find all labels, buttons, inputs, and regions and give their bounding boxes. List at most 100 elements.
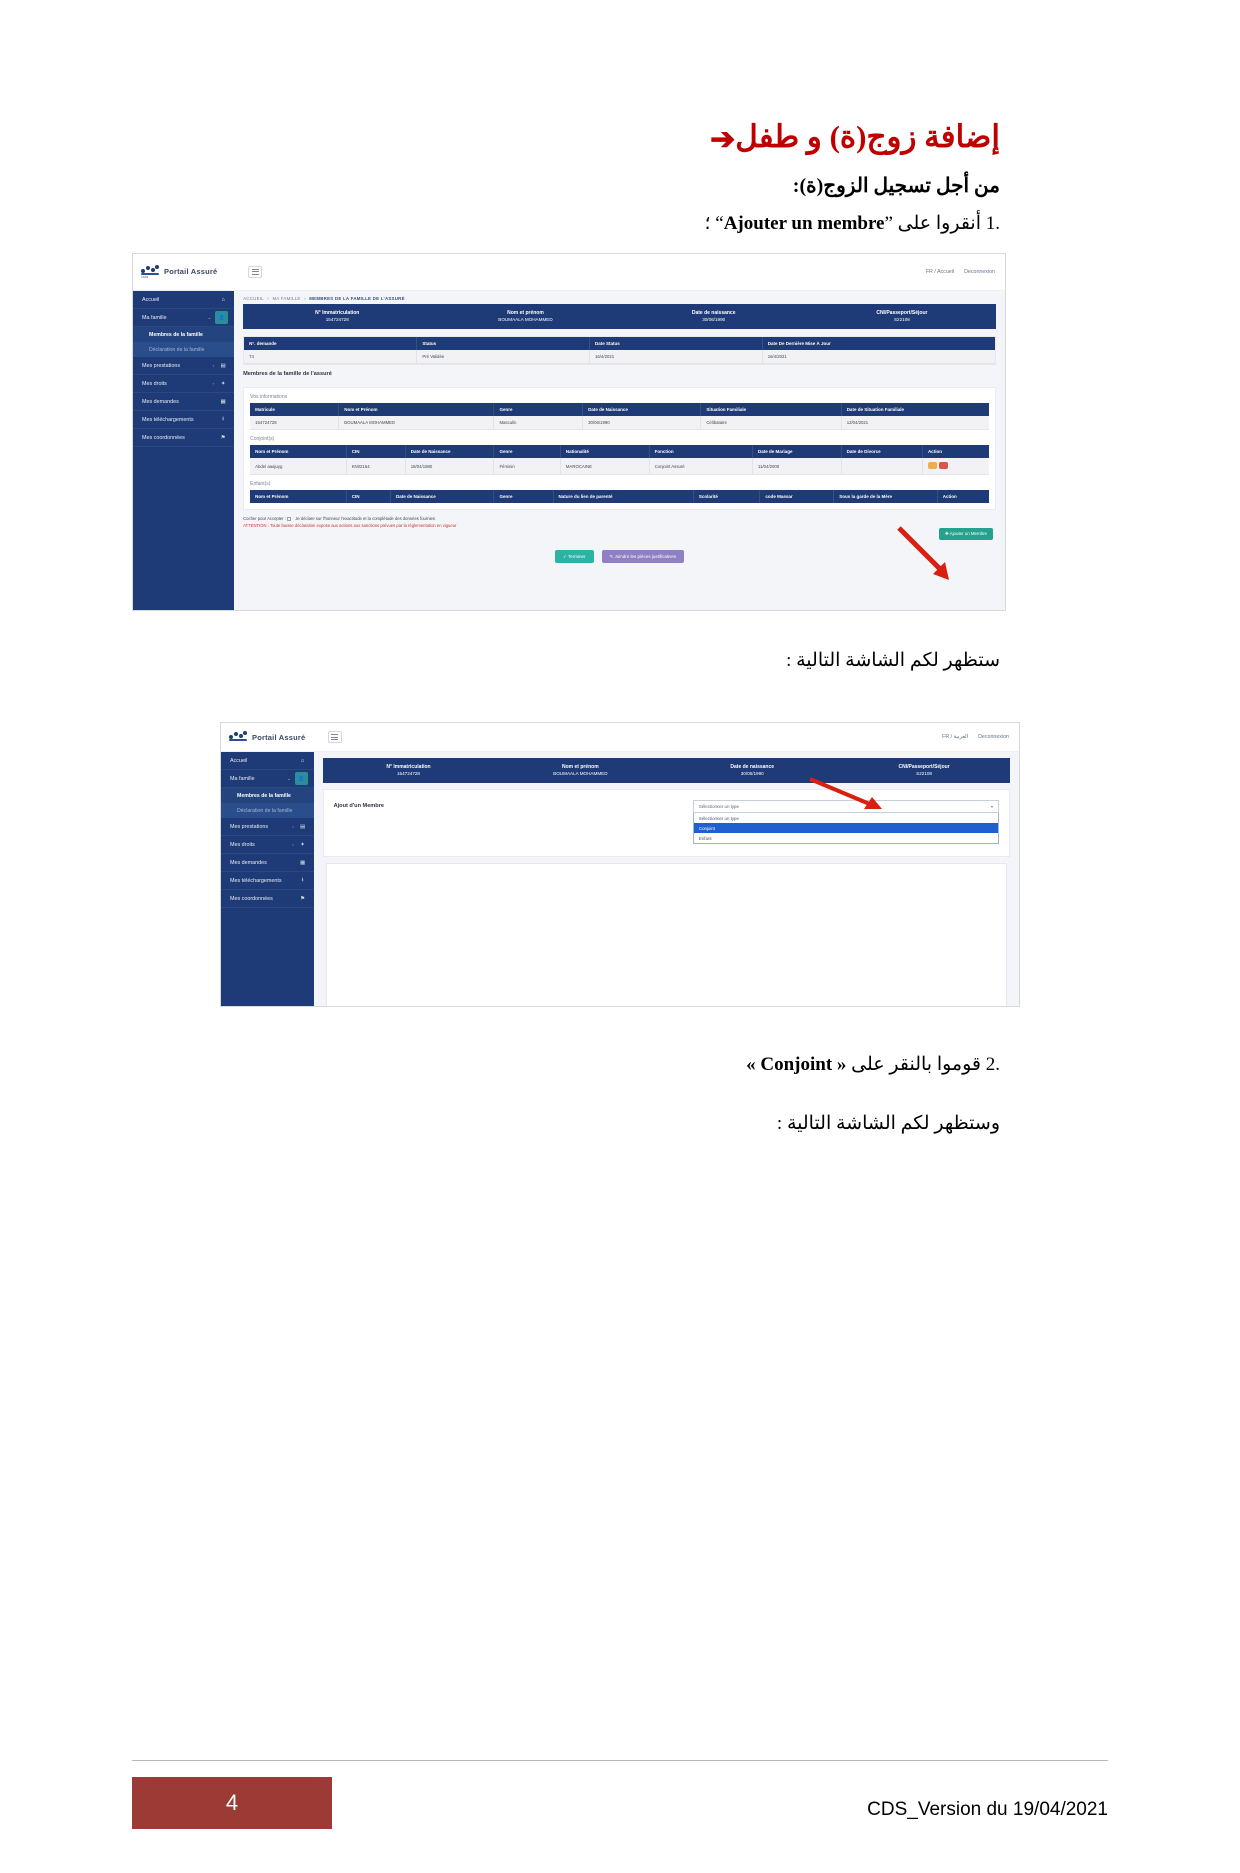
logo-subtext: CNSS (141, 276, 149, 280)
menu-toggle-icon[interactable] (327, 731, 342, 744)
cell-nom-prenom: BOUMAALA MOHAMMED (338, 416, 495, 431)
sidebar-item-mes-demandes[interactable]: Mes demandes ▦ (221, 854, 314, 873)
sidebar-item-mes-demandes[interactable]: Mes demandes ▦ (133, 393, 235, 412)
enfants-table: Nom et Prénom CIN Date de Naissance Genr… (250, 490, 989, 504)
sidebar-item-label: Mes coordonnées (230, 895, 273, 902)
info-cni: CNI/Passeport/Séjour S22108 (808, 310, 996, 323)
sidebar-item-mes-droits[interactable]: Mes droits › ✦ (133, 375, 235, 394)
cell-numero: 74 (244, 350, 418, 365)
sidebar-item-mes-telechargements[interactable]: Mes téléchargements ⭳ (133, 411, 235, 430)
info-label: Nom et prénom (562, 764, 599, 771)
edit-button[interactable] (927, 462, 937, 470)
menu-toggle-icon[interactable] (248, 265, 263, 278)
sidebar-item-ma-famille[interactable]: Ma famille ⌄ 👤 (221, 770, 314, 789)
th-nom-prenom: Nom et Prénom (250, 490, 347, 504)
cnss-logo-icon (229, 730, 247, 744)
label-conjoints: Conjoint(s) (250, 436, 275, 443)
app-topbar: Portail Assuré FR / العربية Deconnexion (221, 722, 1019, 753)
sidebar-item-label: Ma famille (230, 775, 255, 782)
cell-date-situation: 12/04/2021 (841, 416, 989, 431)
page-number: 4 (225, 1790, 239, 1815)
language-selector[interactable]: FR / Accueil (926, 269, 954, 275)
type-select[interactable]: Sélectionner un type ▾ (692, 800, 999, 814)
assure-info-bar: N° Immatriculation 154724728 Nom et prén… (322, 758, 1010, 784)
doc-icon: ▦ (220, 398, 226, 405)
sidebar-item-label: Accueil (142, 296, 160, 303)
info-immatriculation: N° Immatriculation 154724728 (243, 310, 431, 323)
pin-icon: ⚑ (300, 895, 306, 902)
topbar-right: FR / Accueil Deconnexion (926, 269, 1005, 275)
sidebar-item-label: Mes téléchargements (230, 877, 282, 884)
th-status: Status (416, 337, 591, 351)
info-value: BOUMAALA MOHAMMED (498, 316, 553, 322)
chevron-down-icon: ▾ (990, 804, 993, 810)
vos-informations-table: Matricule Nom et Prénom Genre Date de Na… (250, 403, 989, 431)
subheading: من أجل تسجيل الزوج(ة): (792, 174, 1000, 197)
sidebar-item-declaration-de-la-famille[interactable]: Déclaration de la famille (133, 342, 235, 358)
sidebar-item-mes-coordonnees[interactable]: Mes coordonnées ⚑ (133, 429, 235, 448)
logout-link[interactable]: Deconnexion (978, 734, 1009, 740)
breadcrumb-item-accueil[interactable]: ACCUEIL (243, 296, 264, 301)
sidebar-item-mes-telechargements[interactable]: Mes téléchargements ⭳ (221, 872, 314, 891)
th-date-naissance: Date de Naissance (405, 445, 495, 459)
type-select-wrapper: Sélectionner un type ▾ Sélectionner un t… (692, 800, 999, 845)
step-2-text: قوموا بالنقر على (851, 1053, 981, 1075)
step-2-number: .2 (985, 1053, 1000, 1075)
sidebar-item-membres-de-la-famille[interactable]: Membres de la famille (221, 788, 314, 804)
sidebar-item-mes-coordonnees[interactable]: Mes coordonnées ⚑ (221, 890, 314, 909)
option-conjoint[interactable]: Conjoint (693, 823, 998, 834)
info-date-naissance: Date de naissance 30/06/1990 (666, 764, 838, 777)
caption-1: ستظهر لكم الشاشة التالية : (786, 649, 1000, 671)
info-cni: CNI/Passeport/Séjour S22108 (838, 764, 1010, 777)
cell-status: Pré Validée (416, 350, 591, 365)
cell-date-divorce (841, 458, 923, 476)
delete-button[interactable] (938, 462, 948, 470)
info-value: 154724728 (325, 316, 349, 322)
sidebar-item-label: Mes droits (230, 841, 255, 848)
sidebar-item-membres-de-la-famille[interactable]: Membres de la famille (133, 327, 235, 343)
assure-info-bar: N° Immatriculation 154724728 Nom et prén… (243, 304, 996, 330)
accept-checkbox[interactable] (287, 517, 292, 522)
sidebar-item-label: Déclaration de la famille (237, 807, 293, 814)
chevron-down-icon: ⌄ (287, 776, 291, 782)
brand: CNSS Portail Assuré (133, 265, 234, 280)
sidebar-item-mes-prestations[interactable]: Mes prestations › ▤ (133, 357, 235, 376)
th-nom-prenom: Nom et Prénom (250, 445, 347, 459)
sidebar-item-label: Mes prestations (142, 362, 181, 369)
info-label: Nom et prénom (507, 310, 544, 317)
cell-date-maj: 16/4/2021 (762, 350, 995, 365)
info-label: CNI/Passeport/Séjour (898, 764, 950, 771)
terminer-button[interactable]: ✓ Terminer (555, 550, 594, 564)
cell-situation: Célibataire (700, 416, 842, 431)
th-genre: Genre (493, 403, 584, 417)
family-members-card: Vos informations Matricule Nom et Prénom… (243, 387, 996, 511)
footer-rule (132, 1760, 1108, 1761)
shield-icon: ✦ (300, 841, 305, 848)
option-selectionner-un-type[interactable]: Sélectionner un type (694, 813, 998, 823)
info-nom-prenom: Nom et prénom BOUMAALA MOHAMMED (494, 764, 666, 777)
page-number-box: 4 (132, 1777, 332, 1829)
conjoints-table: Nom et Prénom CIN Date de Naissance Genr… (250, 445, 989, 476)
doc-icon: ▦ (299, 859, 306, 866)
sidebar-item-declaration-de-la-famille[interactable]: Déclaration de la famille (221, 803, 314, 819)
info-label: Date de naissance (691, 310, 736, 317)
sidebar-item-accueil[interactable]: Accueil ⌂ (133, 291, 235, 310)
sidebar-item-label: Accueil (230, 757, 248, 764)
sidebar-item-ma-famille[interactable]: Ma famille ⌄ 👤 (133, 309, 235, 328)
ajouter-un-membre-button[interactable]: ✚ Ajouter un Membre (939, 528, 993, 541)
box-icon: ▤ (220, 362, 226, 369)
language-selector[interactable]: FR / العربية (942, 734, 968, 740)
step-1-number: .1 (985, 212, 1000, 234)
joindre-pieces-button[interactable]: ✎ Joindre les pièces justificatives (601, 550, 685, 564)
page-title: إضافة زوج(ة) و طفل➔ (132, 118, 1108, 157)
th-cin: CIN (346, 445, 406, 459)
sidebar-item-mes-droits[interactable]: Mes droits › ✦ (221, 836, 314, 855)
breadcrumb-item-ma-famille[interactable]: MA FAMILLE (272, 296, 300, 301)
sidebar-item-mes-prestations[interactable]: Mes prestations › ▤ (221, 818, 314, 837)
logout-link[interactable]: Deconnexion (964, 269, 995, 275)
sidebar-item-accueil[interactable]: Accueil ⌂ (221, 752, 314, 771)
th-genre: Genre (493, 445, 561, 459)
box-icon: ▤ (299, 823, 306, 830)
th-situation-familiale: Situation Familiale (700, 403, 842, 417)
option-enfant[interactable]: Enfant (694, 833, 998, 843)
